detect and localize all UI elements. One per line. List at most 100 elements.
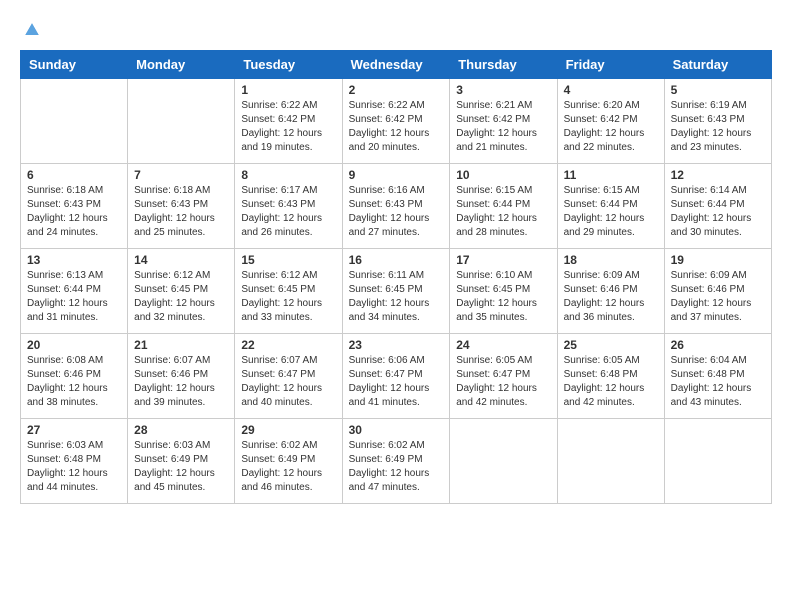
calendar-header-tuesday: Tuesday <box>235 51 342 79</box>
day-info: Sunrise: 6:08 AM Sunset: 6:46 PM Dayligh… <box>27 354 121 410</box>
calendar-cell <box>128 79 235 164</box>
day-info: Sunrise: 6:05 AM Sunset: 6:48 PM Dayligh… <box>564 354 658 410</box>
day-info: Sunrise: 6:21 AM Sunset: 6:42 PM Dayligh… <box>456 99 550 155</box>
day-info: Sunrise: 6:11 AM Sunset: 6:45 PM Dayligh… <box>349 269 444 325</box>
day-number: 1 <box>241 83 335 97</box>
day-number: 6 <box>27 168 121 182</box>
day-number: 2 <box>349 83 444 97</box>
day-info: Sunrise: 6:12 AM Sunset: 6:45 PM Dayligh… <box>241 269 335 325</box>
day-info: Sunrise: 6:09 AM Sunset: 6:46 PM Dayligh… <box>564 269 658 325</box>
day-info: Sunrise: 6:15 AM Sunset: 6:44 PM Dayligh… <box>456 184 550 240</box>
day-number: 29 <box>241 423 335 437</box>
calendar-week-4: 20Sunrise: 6:08 AM Sunset: 6:46 PM Dayli… <box>21 334 772 419</box>
day-info: Sunrise: 6:13 AM Sunset: 6:44 PM Dayligh… <box>27 269 121 325</box>
calendar-cell <box>450 419 557 504</box>
calendar-week-2: 6 Sunrise: 6:18 AM Sunset: 6:43 PM Daylig… <box>21 164 772 249</box>
day-number: 21 <box>134 338 228 352</box>
day-number: 26 <box>671 338 765 352</box>
calendar-table: SundayMondayTuesdayWednesdayThursdayFrid… <box>20 50 772 504</box>
calendar-cell: 21 Sunrise: 6:07 AM Sunset: 6:46 PM Dayli… <box>128 334 235 419</box>
day-number: 24 <box>456 338 550 352</box>
calendar-cell: 20Sunrise: 6:08 AM Sunset: 6:46 PM Dayli… <box>21 334 128 419</box>
day-number: 22 <box>241 338 335 352</box>
calendar-cell: 15 Sunrise: 6:12 AM Sunset: 6:45 PM Dayli… <box>235 249 342 334</box>
day-number: 15 <box>241 253 335 267</box>
calendar-week-3: 13 Sunrise: 6:13 AM Sunset: 6:44 PM Dayli… <box>21 249 772 334</box>
page-header <box>20 20 772 40</box>
calendar-cell: 26 Sunrise: 6:04 AM Sunset: 6:48 PM Dayli… <box>664 334 771 419</box>
day-number: 12 <box>671 168 765 182</box>
calendar-cell: 4Sunrise: 6:20 AM Sunset: 6:42 PM Daylig… <box>557 79 664 164</box>
calendar-cell: 3 Sunrise: 6:21 AM Sunset: 6:42 PM Daylig… <box>450 79 557 164</box>
calendar-header-row: SundayMondayTuesdayWednesdayThursdayFrid… <box>21 51 772 79</box>
day-info: Sunrise: 6:17 AM Sunset: 6:43 PM Dayligh… <box>241 184 335 240</box>
day-number: 9 <box>349 168 444 182</box>
calendar-cell: 24Sunrise: 6:05 AM Sunset: 6:47 PM Dayli… <box>450 334 557 419</box>
day-info: Sunrise: 6:22 AM Sunset: 6:42 PM Dayligh… <box>349 99 444 155</box>
day-info: Sunrise: 6:15 AM Sunset: 6:44 PM Dayligh… <box>564 184 658 240</box>
logo <box>20 20 42 40</box>
calendar-cell: 16 Sunrise: 6:11 AM Sunset: 6:45 PM Dayli… <box>342 249 450 334</box>
calendar-cell: 30 Sunrise: 6:02 AM Sunset: 6:49 PM Dayli… <box>342 419 450 504</box>
calendar-cell: 7 Sunrise: 6:18 AM Sunset: 6:43 PM Daylig… <box>128 164 235 249</box>
calendar-cell: 2 Sunrise: 6:22 AM Sunset: 6:42 PM Daylig… <box>342 79 450 164</box>
day-number: 27 <box>27 423 121 437</box>
day-number: 8 <box>241 168 335 182</box>
day-info: Sunrise: 6:06 AM Sunset: 6:47 PM Dayligh… <box>349 354 444 410</box>
calendar-week-5: 27Sunrise: 6:03 AM Sunset: 6:48 PM Dayli… <box>21 419 772 504</box>
calendar-header-sunday: Sunday <box>21 51 128 79</box>
calendar-header-monday: Monday <box>128 51 235 79</box>
day-info: Sunrise: 6:18 AM Sunset: 6:43 PM Dayligh… <box>134 184 228 240</box>
day-number: 30 <box>349 423 444 437</box>
calendar-cell: 22 Sunrise: 6:07 AM Sunset: 6:47 PM Dayli… <box>235 334 342 419</box>
day-number: 3 <box>456 83 550 97</box>
day-info: Sunrise: 6:09 AM Sunset: 6:46 PM Dayligh… <box>671 269 765 325</box>
day-info: Sunrise: 6:14 AM Sunset: 6:44 PM Dayligh… <box>671 184 765 240</box>
day-info: Sunrise: 6:04 AM Sunset: 6:48 PM Dayligh… <box>671 354 765 410</box>
day-number: 25 <box>564 338 658 352</box>
calendar-cell: 14 Sunrise: 6:12 AM Sunset: 6:45 PM Dayli… <box>128 249 235 334</box>
calendar-header-wednesday: Wednesday <box>342 51 450 79</box>
day-number: 5 <box>671 83 765 97</box>
day-number: 17 <box>456 253 550 267</box>
day-info: Sunrise: 6:18 AM Sunset: 6:43 PM Dayligh… <box>27 184 121 240</box>
calendar-header-thursday: Thursday <box>450 51 557 79</box>
calendar-cell: 19Sunrise: 6:09 AM Sunset: 6:46 PM Dayli… <box>664 249 771 334</box>
day-info: Sunrise: 6:02 AM Sunset: 6:49 PM Dayligh… <box>349 439 444 495</box>
calendar-cell: 25 Sunrise: 6:05 AM Sunset: 6:48 PM Dayli… <box>557 334 664 419</box>
calendar-cell: 8 Sunrise: 6:17 AM Sunset: 6:43 PM Daylig… <box>235 164 342 249</box>
day-info: Sunrise: 6:03 AM Sunset: 6:49 PM Dayligh… <box>134 439 228 495</box>
calendar-cell: 12 Sunrise: 6:14 AM Sunset: 6:44 PM Dayli… <box>664 164 771 249</box>
calendar-cell: 5 Sunrise: 6:19 AM Sunset: 6:43 PM Daylig… <box>664 79 771 164</box>
calendar-cell: 28Sunrise: 6:03 AM Sunset: 6:49 PM Dayli… <box>128 419 235 504</box>
calendar-cell: 1 Sunrise: 6:22 AM Sunset: 6:42 PM Daylig… <box>235 79 342 164</box>
day-number: 13 <box>27 253 121 267</box>
day-info: Sunrise: 6:10 AM Sunset: 6:45 PM Dayligh… <box>456 269 550 325</box>
day-info: Sunrise: 6:12 AM Sunset: 6:45 PM Dayligh… <box>134 269 228 325</box>
day-info: Sunrise: 6:02 AM Sunset: 6:49 PM Dayligh… <box>241 439 335 495</box>
calendar-cell: 29 Sunrise: 6:02 AM Sunset: 6:49 PM Dayli… <box>235 419 342 504</box>
day-number: 11 <box>564 168 658 182</box>
calendar-cell: 9 Sunrise: 6:16 AM Sunset: 6:43 PM Daylig… <box>342 164 450 249</box>
day-number: 14 <box>134 253 228 267</box>
day-info: Sunrise: 6:07 AM Sunset: 6:47 PM Dayligh… <box>241 354 335 410</box>
day-number: 7 <box>134 168 228 182</box>
day-info: Sunrise: 6:19 AM Sunset: 6:43 PM Dayligh… <box>671 99 765 155</box>
day-info: Sunrise: 6:22 AM Sunset: 6:42 PM Dayligh… <box>241 99 335 155</box>
calendar-cell: 6 Sunrise: 6:18 AM Sunset: 6:43 PM Daylig… <box>21 164 128 249</box>
day-number: 18 <box>564 253 658 267</box>
calendar-cell: 11 Sunrise: 6:15 AM Sunset: 6:44 PM Dayli… <box>557 164 664 249</box>
calendar-cell: 18 Sunrise: 6:09 AM Sunset: 6:46 PM Dayli… <box>557 249 664 334</box>
calendar-cell <box>664 419 771 504</box>
calendar-cell: 23Sunrise: 6:06 AM Sunset: 6:47 PM Dayli… <box>342 334 450 419</box>
day-number: 10 <box>456 168 550 182</box>
day-number: 16 <box>349 253 444 267</box>
calendar-cell: 13 Sunrise: 6:13 AM Sunset: 6:44 PM Dayli… <box>21 249 128 334</box>
calendar-cell <box>21 79 128 164</box>
calendar-cell: 10 Sunrise: 6:15 AM Sunset: 6:44 PM Dayli… <box>450 164 557 249</box>
day-info: Sunrise: 6:07 AM Sunset: 6:46 PM Dayligh… <box>134 354 228 410</box>
logo-icon <box>22 20 42 40</box>
day-info: Sunrise: 6:16 AM Sunset: 6:43 PM Dayligh… <box>349 184 444 240</box>
day-info: Sunrise: 6:20 AM Sunset: 6:42 PM Dayligh… <box>564 99 658 155</box>
calendar-header-saturday: Saturday <box>664 51 771 79</box>
